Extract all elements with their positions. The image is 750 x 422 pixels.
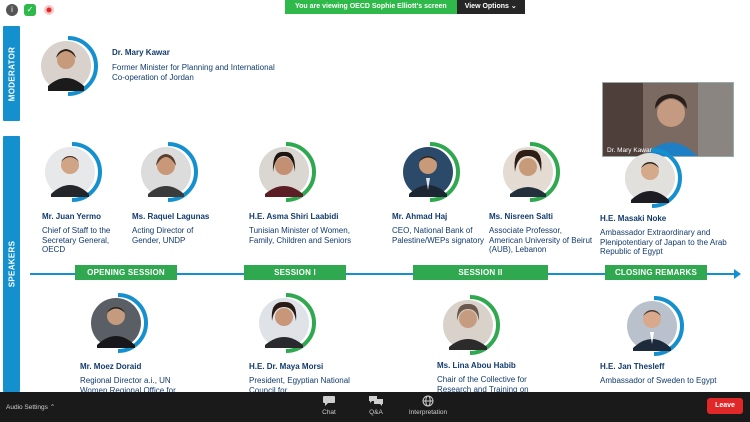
speaker-name: Ms. Raquel Lagunas xyxy=(132,212,210,221)
moderator-role: Former Minister for Planning and Interna… xyxy=(112,63,275,82)
speaker-role: Regional Director a.i., UN Women Regiona… xyxy=(80,376,176,392)
top-toolbar: i ✓ You are viewing OECD Sophie Elliott'… xyxy=(0,0,750,20)
speaker-name: Ms. Nisreen Salti xyxy=(489,212,554,221)
speaker-name: H.E. Masaki Noke xyxy=(600,214,667,223)
chat-button[interactable]: Chat xyxy=(316,395,342,416)
zoom-window: { "topbar": { "share_banner": "You are v… xyxy=(0,0,750,422)
meeting-controls-bar: Audio Settings ⌃ Chat Q&A Interpretation xyxy=(0,392,750,422)
recording-icon[interactable] xyxy=(43,4,55,16)
globe-icon xyxy=(422,395,434,407)
speaker-role: Acting Director of Gender, UNDP xyxy=(132,226,194,245)
speaker-avatar xyxy=(42,142,102,202)
speaker-role: Associate Professor, American University… xyxy=(489,226,593,254)
speaker-name: Mr. Moez Doraid xyxy=(80,362,142,371)
speaker-avatar xyxy=(256,142,316,202)
speakers-strip: SPEAKERS xyxy=(3,136,20,392)
speaker-avatar xyxy=(624,296,684,356)
qa-button[interactable]: Q&A xyxy=(363,395,389,416)
speaker-role: Chair of the Collective for Research and… xyxy=(437,375,529,392)
speaker-avatar xyxy=(500,142,560,202)
speakers-label: SPEAKERS xyxy=(7,240,16,288)
share-banner-text: You are viewing OECD Sophie Elliott's sc… xyxy=(285,0,457,14)
shield-icon[interactable]: ✓ xyxy=(24,4,36,16)
speaker-role: President, Egyptian National Council for xyxy=(249,376,350,392)
info-icon[interactable]: i xyxy=(6,4,18,16)
audio-settings-button[interactable]: Audio Settings ⌃ xyxy=(6,403,55,411)
interpretation-button[interactable]: Interpretation xyxy=(400,395,456,416)
view-options-button[interactable]: View Options ⌄ xyxy=(456,0,525,14)
session-closing: CLOSING REMARKS xyxy=(605,265,707,280)
speaker-avatar xyxy=(88,293,148,353)
speaker-name: Mr. Juan Yermo xyxy=(42,212,101,221)
moderator-name: Dr. Mary Kawar xyxy=(112,48,170,57)
speaker-role: Ambassador of Sweden to Egypt xyxy=(600,376,717,385)
speaker-role: Ambassador Extraordinary and Plenipotent… xyxy=(600,228,727,256)
moderator-avatar xyxy=(38,36,98,96)
speaker-avatar xyxy=(622,148,682,208)
speaker-name: H.E. Jan Thesleff xyxy=(600,362,665,371)
session-two: SESSION II xyxy=(413,265,548,280)
moderator-label: MODERATOR xyxy=(7,46,16,101)
qa-label: Q&A xyxy=(369,409,383,416)
leave-button[interactable]: Leave xyxy=(707,398,743,414)
interpretation-label: Interpretation xyxy=(408,409,448,416)
participant-video[interactable]: Dr. Mary Kawar xyxy=(602,82,734,157)
chat-icon xyxy=(323,396,335,406)
speaker-name: Ms. Lina Abou Habib xyxy=(437,361,516,370)
chat-label: Chat xyxy=(322,409,336,416)
speaker-avatar xyxy=(138,142,198,202)
speaker-avatar xyxy=(400,142,460,202)
speaker-name: Mr. Ahmad Haj xyxy=(392,212,448,221)
session-opening: OPENING SESSION xyxy=(75,265,177,280)
speaker-role: CEO, National Bank of Palestine/WEPs sig… xyxy=(392,226,485,245)
speaker-avatar xyxy=(256,293,316,353)
session-one: SESSION I xyxy=(244,265,346,280)
moderator-strip: MODERATOR xyxy=(3,26,20,121)
speaker-name: H.E. Asma Shiri Laabidi xyxy=(249,212,339,221)
speaker-avatar xyxy=(440,295,500,355)
speaker-role: Tunisian Minister of Women, Family, Chil… xyxy=(249,226,352,245)
speaker-name: H.E. Dr. Maya Morsi xyxy=(249,362,324,371)
speaker-role: Chief of Staff to the Secretary General,… xyxy=(42,226,111,254)
timeline-arrow xyxy=(734,269,741,279)
screen-share-banner: You are viewing OECD Sophie Elliott's sc… xyxy=(285,0,525,14)
qa-icon xyxy=(369,396,383,406)
